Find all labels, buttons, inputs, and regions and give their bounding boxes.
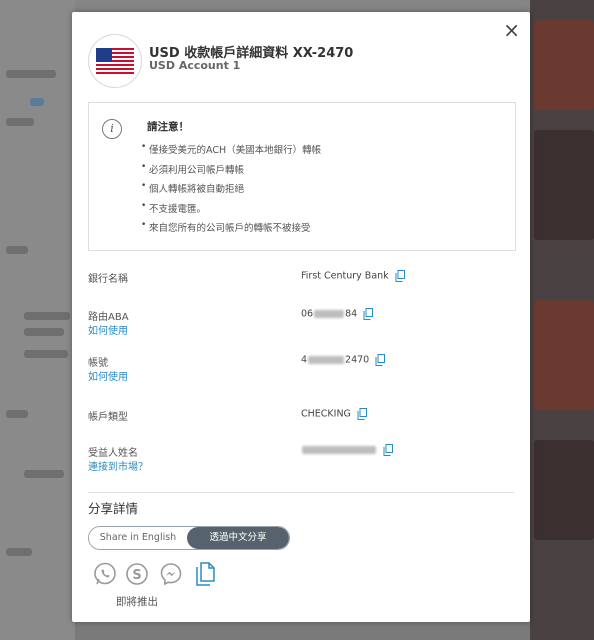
- routing-label: 路由ABA: [88, 312, 129, 323]
- whatsapp-icon[interactable]: [92, 561, 118, 591]
- close-icon[interactable]: ×: [503, 20, 520, 40]
- account-details-modal: × USD 收款帳戶詳細資料 XX-2470 USD Account 1 i 請…: [72, 12, 530, 622]
- notice-item: 必須利用公司帳戶轉帳: [139, 158, 321, 181]
- background-text: [24, 470, 64, 478]
- account-type-text: CHECKING: [301, 408, 351, 420]
- skype-icon[interactable]: S: [124, 561, 150, 591]
- beneficiary-value: [301, 444, 394, 456]
- share-language-toggle: Share in English 透過中文分享: [88, 526, 290, 550]
- redacted-value: [302, 446, 376, 454]
- background-card: [534, 20, 594, 110]
- account-number-value: 4 2470: [301, 354, 386, 366]
- copy-icon[interactable]: [383, 444, 394, 456]
- notice-item: 僅接受美元的ACH（美國本地銀行）轉帳: [139, 138, 321, 161]
- notice-list: 僅接受美元的ACH（美國本地銀行）轉帳 必須利用公司帳戶轉帳 個人轉帳將被自動拒…: [139, 138, 321, 239]
- bank-name-text: First Century Bank: [301, 270, 389, 282]
- notice-title: 請注意！: [147, 121, 189, 133]
- notice-item: 來自您所有的公司帳戶的轉帳不被接受: [139, 216, 321, 239]
- routing-visible-suffix: 84: [345, 308, 358, 320]
- notice-item: 個人轉帳將被自動拒絕: [139, 177, 321, 200]
- routing-visible-prefix: 06: [301, 308, 314, 320]
- background-left-panel: [0, 0, 75, 640]
- currency-flag-badge: [88, 34, 142, 88]
- bank-name-label: 銀行名稱: [88, 274, 128, 285]
- info-icon: i: [102, 119, 122, 139]
- background-card: [534, 440, 594, 540]
- redacted-value: [314, 310, 345, 318]
- background-text: [24, 312, 70, 320]
- notice-item: 不支援電匯。: [139, 197, 321, 220]
- copy-document-icon[interactable]: [194, 561, 216, 591]
- background-text: [6, 246, 28, 254]
- account-number-label: 帳號: [88, 358, 108, 369]
- background-text: [6, 548, 32, 556]
- notice-box: i 請注意！ 僅接受美元的ACH（美國本地銀行）轉帳 必須利用公司帳戶轉帳 個人…: [88, 102, 516, 251]
- bank-name-value: First Century Bank: [301, 270, 405, 282]
- background-text: [24, 328, 64, 336]
- background-text: [6, 118, 34, 126]
- routing-value: 06 84: [301, 308, 374, 320]
- modal-subtitle: USD Account 1: [149, 59, 241, 72]
- coming-soon-label: 即將推出: [116, 596, 158, 608]
- background-text: [6, 410, 28, 418]
- messenger-icon[interactable]: [158, 561, 184, 591]
- background-text: [30, 98, 44, 106]
- routing-how-to-use-link[interactable]: 如何使用: [88, 322, 128, 337]
- account-type-value: CHECKING: [301, 408, 367, 420]
- copy-icon[interactable]: [395, 270, 405, 282]
- section-divider: [88, 492, 514, 493]
- copy-icon[interactable]: [375, 354, 386, 366]
- account-visible-prefix: 4: [301, 354, 308, 366]
- background-card: [534, 300, 594, 410]
- background-footer: [75, 622, 530, 640]
- background-text: [6, 70, 56, 78]
- share-details-heading: 分享詳情: [88, 501, 139, 516]
- account-visible-suffix: 2470: [345, 354, 370, 366]
- copy-icon[interactable]: [357, 408, 367, 420]
- share-in-english-option[interactable]: Share in English: [89, 527, 187, 549]
- background-text: [24, 350, 68, 358]
- share-in-chinese-option[interactable]: 透過中文分享: [187, 527, 289, 549]
- redacted-value: [308, 356, 345, 364]
- account-how-to-use-link[interactable]: 如何使用: [88, 368, 128, 383]
- connect-marketplace-link[interactable]: 連接到市場？: [88, 458, 148, 473]
- account-type-label: 帳戶類型: [88, 412, 128, 423]
- copy-icon[interactable]: [363, 308, 374, 320]
- background-card: [534, 130, 594, 240]
- svg-text:S: S: [132, 568, 141, 583]
- beneficiary-label: 受益人姓名: [88, 448, 138, 459]
- us-flag-icon: [96, 48, 134, 74]
